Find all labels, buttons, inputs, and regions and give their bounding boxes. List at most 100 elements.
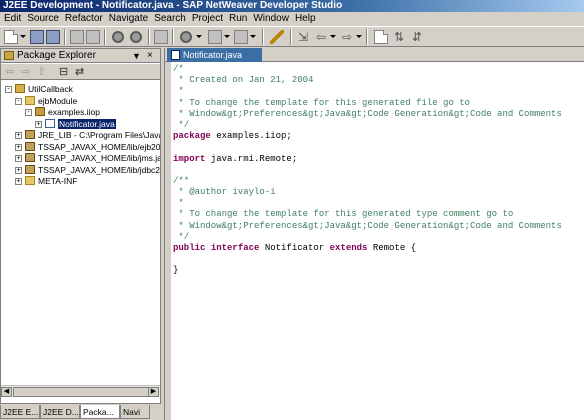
- java-file-icon: [171, 50, 180, 60]
- back-icon[interactable]: ⇦: [5, 65, 14, 79]
- package-explorer-panel: Package Explorer ▼ × ⇦ ⇨ ⇧ ⊟ ⇄ - UtilCall…: [0, 48, 161, 404]
- menu-navigate[interactable]: Navigate: [106, 12, 151, 26]
- tree-item[interactable]: - UtilCallback: [5, 84, 73, 95]
- scroll-right-icon[interactable]: ▶: [148, 387, 159, 397]
- collapse-icon[interactable]: ⇵: [410, 30, 424, 44]
- code-token: Notificator: [259, 243, 330, 253]
- back-dropdown-icon[interactable]: [330, 35, 336, 38]
- menu-refactor[interactable]: Refactor: [62, 12, 106, 26]
- menu-source[interactable]: Source: [24, 12, 62, 26]
- code-token: * To change the template for this genera…: [173, 97, 471, 108]
- menu-window[interactable]: Window: [250, 12, 292, 26]
- link-editor-icon[interactable]: ⇄: [75, 65, 84, 79]
- code-token: import: [173, 153, 206, 164]
- tree-item[interactable]: + JRE_LIB - C:\Program Files\Java\j2: [15, 130, 160, 141]
- tree-item[interactable]: + TSSAP_JAVAX_HOME/lib/jdbc20.ja: [15, 164, 160, 176]
- tree-item[interactable]: - ejbModule: [15, 95, 77, 107]
- code-token: Remote {: [367, 243, 417, 253]
- save-icon[interactable]: [30, 30, 44, 44]
- expand-icon[interactable]: ⇅: [392, 30, 406, 44]
- tree-item[interactable]: + Notificator.java: [35, 118, 116, 130]
- collapse-toggle-icon[interactable]: -: [25, 109, 32, 116]
- code-line: *: [173, 86, 583, 97]
- code-token: interface: [210, 243, 260, 253]
- expand-toggle-icon[interactable]: +: [15, 178, 22, 185]
- code-line: */: [173, 232, 583, 243]
- jar-icon: [25, 164, 35, 174]
- forward-dropdown-icon[interactable]: [356, 35, 362, 38]
- up-icon[interactable]: ⇧: [37, 65, 46, 79]
- tree-item[interactable]: + TSSAP_JAVAX_HOME/lib/ejb20.jar: [15, 141, 160, 153]
- back-arrow-icon[interactable]: ⇦: [314, 30, 328, 44]
- toolbar-separator: [262, 29, 264, 45]
- folder-icon: [25, 95, 35, 105]
- new-dropdown-icon[interactable]: [20, 35, 26, 38]
- jar-icon: [25, 141, 35, 151]
- code-token: * To change the template for this genera…: [173, 209, 514, 220]
- tab-j2ee-dev[interactable]: J2EE D...: [40, 405, 80, 419]
- code-token: */: [173, 231, 190, 242]
- code-text[interactable]: /* * Created on Jan 21, 2004 * * To chan…: [173, 64, 583, 277]
- build-icon[interactable]: [112, 31, 124, 43]
- collapse-toggle-icon[interactable]: -: [15, 97, 22, 105]
- view-menu-icon[interactable]: ▼: [132, 49, 141, 63]
- tree-item[interactable]: - examples.iiop: [25, 107, 100, 118]
- edit-pencil-icon[interactable]: [270, 30, 284, 44]
- package-explorer-title: Package Explorer: [17, 50, 96, 61]
- new-file-icon[interactable]: [4, 30, 18, 44]
- print-icon[interactable]: [70, 30, 84, 44]
- code-line: * Created on Jan 21, 2004: [173, 75, 583, 86]
- tree-item[interactable]: + META-INF: [15, 176, 78, 187]
- debug-dropdown-icon[interactable]: [250, 35, 256, 38]
- menu-project[interactable]: Project: [189, 12, 226, 26]
- collapse-toggle-icon[interactable]: -: [5, 86, 12, 93]
- expand-toggle-icon[interactable]: +: [15, 155, 22, 162]
- close-view-icon[interactable]: ×: [147, 49, 153, 63]
- tree-item-label: TSSAP_JAVAX_HOME/lib/ejb20.jar: [38, 141, 160, 152]
- menu-help[interactable]: Help: [292, 12, 319, 26]
- tab-package-explorer[interactable]: Packa...: [80, 405, 120, 419]
- copy-icon[interactable]: [86, 30, 100, 44]
- horizontal-scrollbar[interactable]: ◀ ▶: [1, 385, 160, 397]
- open-document-icon[interactable]: [374, 30, 388, 44]
- tree-item[interactable]: + TSSAP_JAVAX_HOME/lib/jms.jar - D: [15, 153, 160, 164]
- editor-tab-notificator[interactable]: Notificator.java: [167, 48, 262, 62]
- save-all-icon[interactable]: [46, 30, 60, 44]
- expand-toggle-icon[interactable]: +: [15, 166, 22, 174]
- tab-navigator[interactable]: Navi: [120, 405, 150, 419]
- proj-icon: [15, 84, 25, 93]
- settings-dropdown-icon[interactable]: [196, 35, 202, 38]
- scrollbar-thumb[interactable]: [13, 387, 153, 397]
- folder-icon: [25, 176, 35, 185]
- forward-arrow-icon[interactable]: ⇨: [340, 30, 354, 44]
- view-tab-bar: J2EE E... J2EE D... Packa... Navi: [0, 404, 161, 420]
- expand-toggle-icon[interactable]: +: [35, 120, 42, 128]
- menu-edit[interactable]: Edit: [0, 12, 24, 26]
- refresh-icon[interactable]: [130, 31, 142, 43]
- debug-icon[interactable]: [234, 30, 248, 44]
- menu-run[interactable]: Run: [226, 12, 250, 26]
- run-icon[interactable]: [208, 30, 222, 44]
- tree-item-label: TSSAP_JAVAX_HOME/lib/jdbc20.ja: [38, 164, 160, 175]
- code-token: extends: [329, 243, 368, 253]
- scroll-left-icon[interactable]: ◀: [1, 387, 12, 397]
- editor-tab-label: Notificator.java: [183, 50, 243, 60]
- settings-gear-icon[interactable]: [180, 31, 192, 43]
- code-token: examples.iiop;: [210, 131, 292, 142]
- forward-icon[interactable]: ⇨: [21, 65, 30, 79]
- expand-toggle-icon[interactable]: +: [15, 143, 22, 151]
- code-editor[interactable]: Notificator.java /* * Created on Jan 21,…: [164, 48, 584, 420]
- run-dropdown-icon[interactable]: [224, 35, 230, 38]
- editor-ruler: [165, 62, 172, 420]
- editor-tab-bar: Notificator.java: [165, 48, 584, 62]
- menu-search[interactable]: Search: [151, 12, 189, 26]
- cut-icon[interactable]: [154, 30, 168, 44]
- open-type-icon[interactable]: ⇲: [296, 30, 310, 44]
- expand-toggle-icon[interactable]: +: [15, 132, 22, 139]
- collapse-all-icon[interactable]: ⊟: [59, 65, 68, 79]
- jar-icon: [25, 130, 35, 139]
- tab-j2ee-explorer[interactable]: J2EE E...: [0, 405, 40, 419]
- tree-item-label: examples.iiop: [48, 107, 100, 117]
- package-tree: - UtilCallback - ejbModule - examples.iiop + No…: [1, 80, 160, 385]
